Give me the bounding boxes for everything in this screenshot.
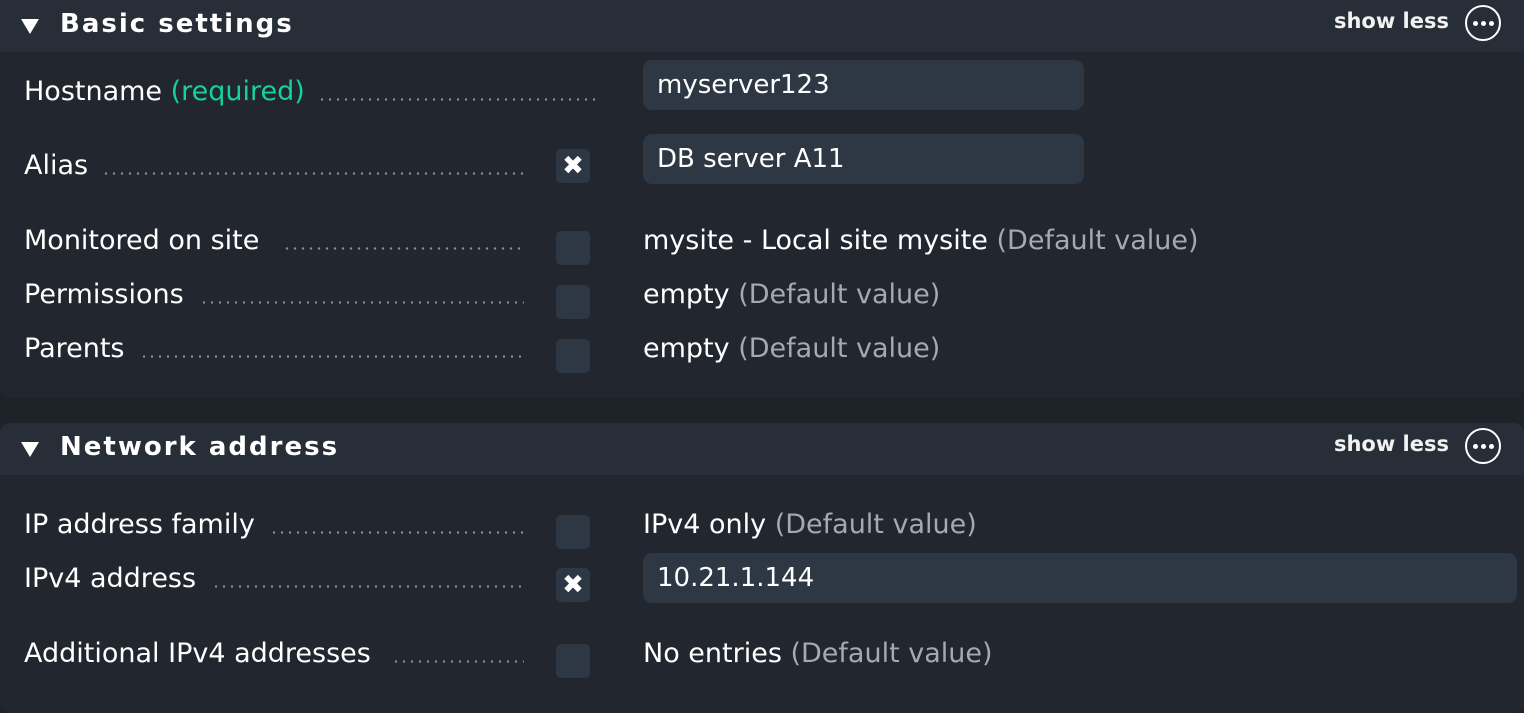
collapse-triangle-icon[interactable]	[21, 19, 39, 34]
value-text: IPv4 only	[643, 509, 767, 540]
leader-dots	[270, 531, 524, 534]
collapse-triangle-icon[interactable]	[21, 442, 39, 457]
ip-family-checkbox[interactable]	[556, 515, 590, 549]
show-less-link[interactable]: show less	[1334, 432, 1449, 456]
section-title: Network address	[60, 432, 340, 462]
hostname-input[interactable]	[643, 60, 1084, 110]
parents-checkbox[interactable]	[556, 339, 590, 373]
hostname-label: Hostname (required)	[24, 76, 305, 107]
permissions-checkbox[interactable]	[556, 285, 590, 319]
leader-dots	[283, 247, 523, 250]
default-value-note: (Default value)	[996, 225, 1199, 256]
section-title: Basic settings	[60, 9, 294, 39]
alias-label: Alias	[24, 150, 89, 181]
ip-family-label: IP address family	[24, 509, 255, 540]
ip-family-value: IPv4 only (Default value)	[643, 509, 977, 540]
additional-ipv4-checkbox[interactable]	[556, 644, 590, 678]
alias-row: Alias ✖	[0, 134, 1524, 190]
basic-settings-section: Basic settings show less Hostname (requi…	[0, 0, 1524, 398]
show-less-link[interactable]: show less	[1334, 9, 1449, 33]
hostname-row: Hostname (required)	[0, 60, 1524, 116]
leader-dots	[392, 660, 524, 663]
ipv4-address-checkbox[interactable]: ✖	[556, 568, 590, 602]
value-text: mysite - Local site mysite	[643, 225, 988, 256]
permissions-value: empty (Default value)	[643, 279, 940, 310]
leader-dots	[140, 355, 524, 358]
value-text: No entries	[643, 638, 782, 669]
permissions-label: Permissions	[24, 279, 184, 310]
additional-ipv4-row: Additional IPv4 addresses No entries (De…	[0, 638, 1524, 678]
more-options-icon[interactable]	[1465, 5, 1501, 41]
ipv4-address-label: IPv4 address	[24, 563, 197, 594]
cross-icon: ✖	[562, 151, 584, 181]
ipv4-address-row: IPv4 address ✖	[0, 553, 1524, 603]
parents-label: Parents	[24, 333, 125, 364]
monitored-site-row: Monitored on site mysite - Local site my…	[0, 225, 1524, 265]
parents-row: Parents empty (Default value)	[0, 333, 1524, 373]
leader-dots	[200, 301, 524, 304]
additional-ipv4-label: Additional IPv4 addresses	[24, 638, 371, 669]
permissions-row: Permissions empty (Default value)	[0, 279, 1524, 319]
more-options-icon[interactable]	[1465, 428, 1501, 464]
network-address-section: Network address show less IP address fam…	[0, 423, 1524, 713]
additional-ipv4-value: No entries (Default value)	[643, 638, 993, 669]
ipv4-address-input[interactable]	[643, 553, 1517, 603]
monitored-site-checkbox[interactable]	[556, 231, 590, 265]
leader-dots	[212, 585, 524, 588]
monitored-site-label: Monitored on site	[24, 225, 260, 256]
cross-icon: ✖	[562, 570, 584, 600]
basic-settings-header[interactable]: Basic settings show less	[0, 0, 1524, 52]
required-marker: (required)	[170, 76, 305, 107]
default-value-note: (Default value)	[790, 638, 993, 669]
alias-checkbox[interactable]: ✖	[556, 149, 590, 183]
ip-family-row: IP address family IPv4 only (Default val…	[0, 509, 1524, 549]
leader-dots	[102, 172, 524, 175]
leader-dots	[318, 98, 596, 101]
default-value-note: (Default value)	[774, 509, 977, 540]
default-value-note: (Default value)	[738, 279, 941, 310]
value-text: empty	[643, 333, 730, 364]
network-address-header[interactable]: Network address show less	[0, 423, 1524, 475]
hostname-label-text: Hostname	[24, 76, 163, 107]
default-value-note: (Default value)	[738, 333, 941, 364]
parents-value: empty (Default value)	[643, 333, 940, 364]
value-text: empty	[643, 279, 730, 310]
alias-input[interactable]	[643, 134, 1084, 184]
monitored-site-value: mysite - Local site mysite (Default valu…	[643, 225, 1199, 256]
